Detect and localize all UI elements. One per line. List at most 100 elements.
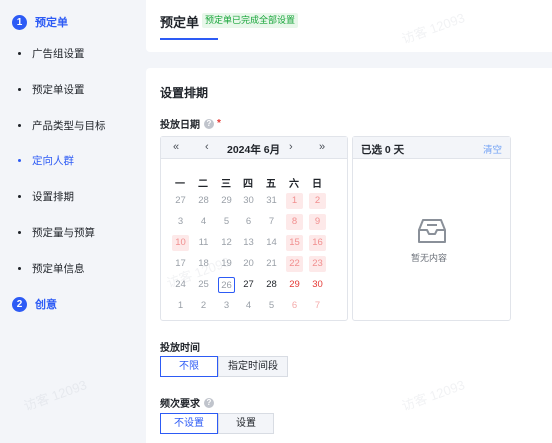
sidebar-item-label: 广告组设置 [32, 48, 85, 60]
active-tab-underline [160, 38, 218, 40]
weekday-header: 二 [198, 179, 208, 190]
step-preorder[interactable]: 1 预定单 [12, 14, 68, 30]
calendar-day[interactable]: 29 [218, 193, 235, 209]
calendar-day[interactable]: 19 [218, 256, 235, 272]
calendar-day[interactable]: 7 [309, 298, 326, 314]
status-badge: 预定单已完成全部设置 [202, 13, 299, 28]
calendar-day[interactable]: 20 [240, 256, 257, 272]
weekday-header: 六 [289, 179, 299, 190]
calendar-day[interactable]: 25 [195, 277, 212, 293]
frequency-option-set[interactable]: 设置 [218, 413, 274, 434]
next-month-icon[interactable]: › [289, 141, 293, 153]
calendar-day[interactable]: 1 [172, 298, 189, 314]
calendar-day[interactable]: 7 [263, 214, 280, 230]
calendar-day[interactable]: 27 [172, 193, 189, 209]
sidebar-item-label: 预定单信息 [32, 263, 85, 275]
calendar-day[interactable]: 2 [195, 298, 212, 314]
bullet-icon [18, 88, 21, 91]
empty-text: 暂无内容 [411, 253, 448, 263]
sidebar-item-label: 设置排期 [32, 191, 74, 203]
weekday-header: 四 [243, 179, 253, 190]
calendar-day[interactable]: 15 [286, 235, 303, 251]
header-card: 预定单 预定单已完成全部设置 [146, 0, 552, 52]
sidebar-item-label: 产品类型与目标 [32, 120, 106, 132]
calendar-day[interactable]: 24 [172, 277, 189, 293]
calendar-month: 2024年 6月 [227, 144, 281, 156]
calendar-day[interactable]: 6 [240, 214, 257, 230]
calendar-day[interactable]: 9 [309, 214, 326, 230]
date-field-label: 投放日期 ? * [160, 116, 221, 131]
calendar-day[interactable]: 17 [172, 256, 189, 272]
calendar-day[interactable]: 28 [195, 193, 212, 209]
weekday-header: 日 [312, 179, 322, 190]
time-segmented-control: 不限 指定时间段 [160, 356, 288, 377]
page-title[interactable]: 预定单 [160, 12, 199, 31]
sidebar-item-adgroup-settings[interactable]: 广告组设置 [18, 46, 85, 61]
date-label-text: 投放日期 [160, 120, 200, 131]
bullet-icon [18, 52, 21, 55]
calendar-day[interactable]: 3 [172, 214, 189, 230]
calendar-day[interactable]: 30 [240, 193, 257, 209]
help-icon[interactable]: ? [204, 397, 214, 408]
calendar-day[interactable]: 23 [309, 256, 326, 272]
time-option-period[interactable]: 指定时间段 [218, 356, 288, 377]
prev-month-icon[interactable]: ‹ [205, 141, 209, 153]
calendar-day[interactable]: 10 [172, 235, 189, 251]
calendar-day[interactable]: 26 [218, 277, 235, 293]
sidebar-item-label: 预定单设置 [32, 84, 85, 96]
sidebar-item-schedule[interactable]: 设置排期 [18, 189, 74, 204]
time-label-text: 投放时间 [160, 343, 200, 354]
selected-panel-header: 已选 0 天 清空 [353, 137, 510, 159]
step-number: 2 [12, 296, 27, 312]
step-creative[interactable]: 2 创意 [12, 296, 57, 312]
calendar-day[interactable]: 8 [286, 214, 303, 230]
calendar-day[interactable]: 18 [195, 256, 212, 272]
calendar-day[interactable]: 29 [286, 277, 303, 293]
bullet-icon [18, 267, 21, 270]
sidebar-item-label: 预定量与预算 [32, 227, 95, 239]
calendar-day[interactable]: 5 [218, 214, 235, 230]
calendar-day[interactable]: 21 [263, 256, 280, 272]
calendar-day[interactable]: 28 [263, 277, 280, 293]
selected-days-panel: 已选 0 天 清空 暂无内容 [352, 136, 511, 321]
calendar-day[interactable]: 4 [240, 298, 257, 314]
frequency-label-text: 频次要求 [160, 399, 200, 410]
calendar-day[interactable]: 30 [309, 277, 326, 293]
calendar-day[interactable]: 1 [286, 193, 303, 209]
step-label: 创意 [35, 299, 57, 311]
calendar-day[interactable]: 3 [218, 298, 235, 314]
frequency-option-none[interactable]: 不设置 [160, 413, 218, 434]
step-number: 1 [12, 14, 27, 30]
section-title: 设置排期 [160, 86, 209, 100]
calendar-day[interactable]: 2 [309, 193, 326, 209]
clear-button[interactable]: 清空 [483, 142, 502, 156]
frequency-segmented-control: 不设置 设置 [160, 413, 274, 434]
calendar-day[interactable]: 11 [195, 235, 212, 251]
help-icon[interactable]: ? [204, 118, 214, 129]
sidebar-item-preorder-info[interactable]: 预定单信息 [18, 261, 85, 276]
weekday-header: 三 [221, 179, 231, 190]
schedule-card: 设置排期 投放日期 ? * « ‹ 2024年 6月 › » 一二三四五六日 27… [146, 68, 552, 443]
frequency-field-label: 频次要求 ? [160, 395, 214, 410]
calendar-day[interactable]: 22 [286, 256, 303, 272]
next-year-icon[interactable]: » [319, 141, 325, 153]
bullet-icon [18, 159, 21, 162]
calendar-day[interactable]: 16 [309, 235, 326, 251]
sidebar-item-volume-budget[interactable]: 预定量与预算 [18, 225, 95, 240]
calendar-day[interactable]: 6 [286, 298, 303, 314]
time-option-unlimited[interactable]: 不限 [160, 356, 218, 377]
sidebar-item-product-type[interactable]: 产品类型与目标 [18, 118, 106, 133]
date-calendar: « ‹ 2024年 6月 › » 一二三四五六日 27 28 29 30 31 1 2 3 4 5 6… [160, 136, 348, 321]
prev-year-icon[interactable]: « [173, 141, 179, 153]
calendar-day[interactable]: 31 [263, 193, 280, 209]
calendar-day[interactable]: 12 [218, 235, 235, 251]
calendar-day[interactable]: 5 [263, 298, 280, 314]
weekday-header: 五 [266, 179, 276, 190]
calendar-day[interactable]: 14 [263, 235, 280, 251]
sidebar-item-preorder-settings[interactable]: 预定单设置 [18, 82, 85, 97]
calendar-day[interactable]: 13 [240, 235, 257, 251]
calendar-day[interactable]: 27 [240, 277, 257, 293]
step-label: 预定单 [35, 17, 68, 29]
sidebar-item-targeting[interactable]: 定向人群 [18, 153, 74, 168]
calendar-day[interactable]: 4 [195, 214, 212, 230]
